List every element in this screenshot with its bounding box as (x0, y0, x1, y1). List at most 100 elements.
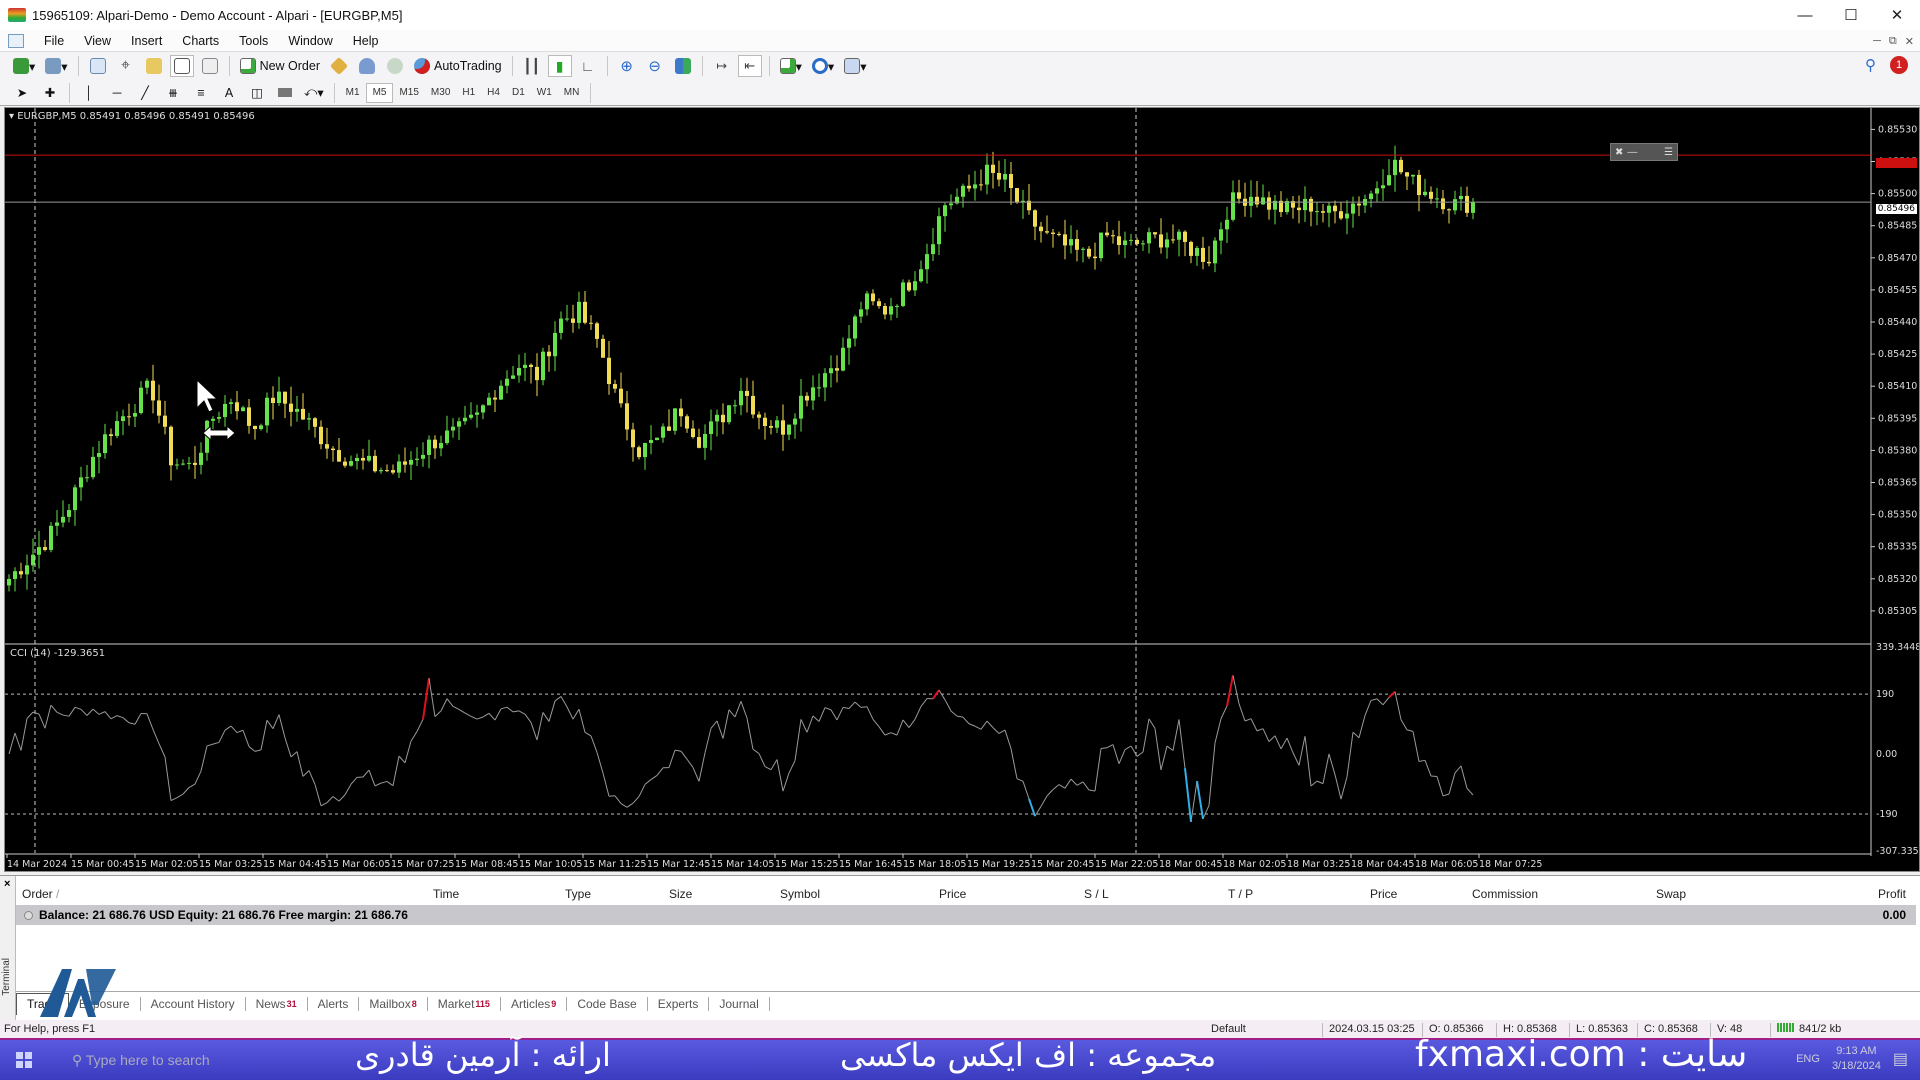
col-symbol[interactable]: Symbol (780, 887, 820, 901)
tab-journal[interactable]: Journal (709, 996, 770, 1011)
close-button[interactable]: ✕ (1874, 0, 1920, 30)
maximize-button[interactable]: ☐ (1828, 0, 1874, 30)
panel-close-icon[interactable]: ✖ (1615, 147, 1623, 158)
candle-body (463, 417, 467, 422)
timeframe-w1[interactable]: W1 (531, 83, 558, 103)
chart-window[interactable]: 0.855300.855150.855000.854850.854700.854… (4, 107, 1920, 872)
panel-menu-icon[interactable]: ☰ (1664, 147, 1673, 158)
col-open-price[interactable]: Price (939, 887, 966, 901)
trendline-button[interactable]: ╱ (133, 82, 157, 104)
cursor-button[interactable]: ➤ (10, 82, 34, 104)
col-order[interactable]: Order / (22, 887, 59, 901)
col-tp[interactable]: T / P (1228, 887, 1253, 901)
notification-badge[interactable]: 1 (1890, 56, 1908, 74)
cci-line-segment (206, 743, 214, 747)
new-order-button[interactable]: New Order (237, 55, 323, 77)
menu-tools[interactable]: Tools (229, 34, 278, 48)
candlestick-button[interactable]: ▮ (547, 55, 572, 77)
col-time[interactable]: Time (433, 887, 459, 901)
zoom-in-button[interactable]: ⊕ (615, 55, 639, 77)
signals-button[interactable] (355, 55, 379, 77)
zoom-out-button[interactable]: ⊖ (643, 55, 667, 77)
data-window-button[interactable]: ⌖ (114, 55, 138, 77)
taskbar-clock[interactable]: 9:13 AM 3/18/2024 (1832, 1044, 1881, 1074)
bar-chart-button[interactable]: ┃┃ (520, 55, 544, 77)
tab-news[interactable]: News 31 (246, 996, 308, 1011)
menu-file[interactable]: File (34, 34, 74, 48)
cci-line-segment (668, 749, 676, 768)
col-current-price[interactable]: Price (1370, 887, 1397, 901)
col-sl[interactable]: S / L (1084, 887, 1109, 901)
periods-button[interactable]: ▾ (809, 55, 837, 77)
timeframe-m5[interactable]: M5 (365, 82, 394, 103)
profile-name[interactable]: Default (1205, 1023, 1246, 1037)
search-icon[interactable]: ⚲ (1865, 56, 1876, 74)
timeframe-h1[interactable]: H1 (456, 83, 481, 103)
taskbar-search[interactable]: ⚲ Type here to search (72, 1052, 210, 1069)
timeframe-mn[interactable]: MN (558, 83, 586, 103)
menu-charts[interactable]: Charts (172, 34, 229, 48)
col-swap[interactable]: Swap (1656, 887, 1686, 901)
tab-alerts[interactable]: Alerts (308, 996, 360, 1011)
vertical-line-button[interactable]: │ (77, 82, 101, 104)
templates-button[interactable]: ▾ (841, 55, 869, 77)
metaeditor-button[interactable] (327, 55, 351, 77)
col-commission[interactable]: Commission (1472, 887, 1538, 901)
terminal-button[interactable] (169, 55, 194, 77)
minimize-button[interactable]: — (1782, 0, 1828, 30)
candle-body (133, 413, 137, 417)
terminal-close-button[interactable]: × (4, 878, 10, 890)
col-type[interactable]: Type (565, 887, 591, 901)
one-click-trading-panel[interactable]: ✖ — ☰ (1610, 143, 1678, 161)
crosshair-button[interactable]: ✚ (38, 82, 62, 104)
timeframe-d1[interactable]: D1 (506, 83, 531, 103)
panel-minimize-icon[interactable]: — (1627, 147, 1637, 158)
menu-view[interactable]: View (74, 34, 121, 48)
text-label-button[interactable]: ◫ (245, 82, 269, 104)
arrows-dropdown-button[interactable]: ⤺ ▾ (301, 82, 327, 104)
tab-articles[interactable]: Articles 9 (501, 996, 568, 1011)
chart-close-button[interactable]: ✕ (1905, 35, 1914, 48)
notifications-icon[interactable]: ▤ (1893, 1049, 1908, 1069)
tab-market[interactable]: Market 115 (428, 996, 501, 1011)
col-profit[interactable]: Profit (1878, 887, 1906, 901)
tab-code-base[interactable]: Code Base (567, 996, 648, 1011)
arrows-button[interactable] (273, 82, 297, 104)
menu-insert[interactable]: Insert (121, 34, 172, 48)
timeframe-m30[interactable]: M30 (425, 83, 456, 103)
chart-shift-button[interactable]: ↦ (710, 55, 734, 77)
auto-scroll-button[interactable]: ⇤ (737, 55, 762, 77)
language-indicator[interactable]: ENG (1796, 1053, 1820, 1065)
vps-button[interactable] (383, 55, 407, 77)
col-size[interactable]: Size (669, 887, 692, 901)
balance-row[interactable]: Balance: 21 686.76 USD Equity: 21 686.76… (16, 905, 1916, 925)
profiles-button[interactable]: ▾ (42, 55, 70, 77)
new-chart-button[interactable]: ▾ (10, 55, 38, 77)
tab-mailbox[interactable]: Mailbox 8 (359, 996, 428, 1011)
navigator-button[interactable] (142, 55, 166, 77)
chart-window-icon[interactable] (8, 33, 24, 48)
timeframe-m1[interactable]: M1 (340, 83, 366, 103)
windows-start-icon[interactable] (16, 1052, 32, 1068)
menu-window[interactable]: Window (278, 34, 342, 48)
candle-body (475, 412, 479, 415)
chart-restore-button[interactable]: ⧉ (1889, 35, 1897, 48)
chart-minimize-button[interactable]: ─ (1873, 35, 1881, 47)
indicators-button[interactable]: ▾ (777, 55, 805, 77)
menu-help[interactable]: Help (343, 34, 389, 48)
tile-windows-button[interactable] (671, 55, 695, 77)
chart-canvas[interactable]: 0.855300.855150.855000.854850.854700.854… (5, 108, 1919, 871)
fibonacci-button[interactable]: ≡ (189, 82, 213, 104)
autotrading-button[interactable]: AutoTrading (411, 55, 505, 77)
equidistant-channel-button[interactable]: ⧻ (161, 82, 185, 104)
line-chart-button[interactable]: ∟ (576, 55, 600, 77)
market-watch-button[interactable] (86, 55, 110, 77)
tab-experts[interactable]: Experts (648, 996, 710, 1011)
tab-account-history[interactable]: Account History (141, 996, 246, 1011)
horizontal-line-button[interactable]: ─ (105, 82, 129, 104)
candle-body (301, 408, 305, 420)
timeframe-m15[interactable]: M15 (393, 83, 424, 103)
text-button[interactable]: A (217, 82, 241, 104)
strategy-tester-button[interactable] (198, 55, 222, 77)
timeframe-h4[interactable]: H4 (481, 83, 506, 103)
